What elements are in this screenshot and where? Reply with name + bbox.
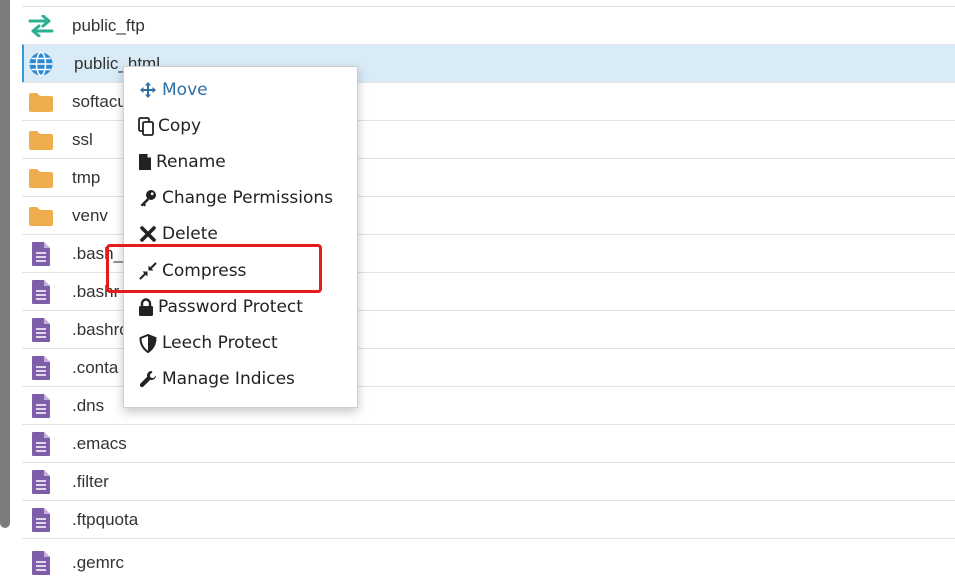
file-row-public-ftp[interactable]: public_ftp [22,6,955,44]
menu-item-label: Delete [162,224,218,244]
menu-item-rename[interactable]: Rename [138,147,226,177]
file-row-gemrc[interactable]: .gemrc [22,538,955,576]
file-name: .ftpquota [72,509,139,529]
wrench-icon [138,369,158,389]
file-name: .gemrc [72,553,124,572]
menu-item-label: Move [162,80,208,100]
menu-item-change-permissions[interactable]: Change Permissions [138,183,333,213]
shield-icon [138,333,158,353]
file-row-filter[interactable]: .filter [22,462,955,500]
menu-item-manage-indices[interactable]: Manage Indices [138,364,295,394]
menu-item-label: Manage Indices [162,369,295,389]
menu-item-label: Change Permissions [162,188,334,208]
file-name: public_ftp [72,15,145,35]
file-icon [28,507,54,533]
file-icon [28,279,54,305]
copy-icon [138,116,154,136]
transfer-arrows-icon [28,13,54,39]
file-icon [28,241,54,267]
x-delete-icon [138,224,158,244]
file-name: softacu [72,91,127,111]
file-name: .dns [72,395,105,415]
vertical-scrollbar[interactable] [0,0,10,528]
lock-icon [138,297,154,317]
menu-item-label: Leech Protect [162,333,278,353]
file-icon [28,431,54,457]
menu-item-label: Copy [158,116,202,136]
menu-item-copy[interactable]: Copy [138,111,201,141]
file-name: .filter [72,471,109,491]
menu-item-leech-protect[interactable]: Leech Protect [138,328,278,358]
menu-item-label: Rename [156,152,226,172]
file-rename-icon [138,152,152,172]
file-name: .conta [72,357,119,377]
globe-icon [28,51,54,77]
key-icon [138,188,158,208]
menu-item-password-protect[interactable]: Password Protect [138,292,303,322]
file-name: .emacs [72,433,127,453]
folder-icon [28,203,54,229]
folder-icon [28,127,54,153]
file-row-emacs[interactable]: .emacs [22,424,955,462]
file-icon [28,550,54,576]
file-icon [28,469,54,495]
file-row-ftpquota[interactable]: .ftpquota [22,500,955,538]
context-menu: Move Copy Rename Change Permissions Dele… [123,66,358,408]
compress-highlight-box [106,244,322,293]
file-icon [28,355,54,381]
folder-icon [28,89,54,115]
menu-item-label: Password Protect [158,297,303,317]
file-name: ssl [72,129,93,149]
file-name: .bashrc [72,319,128,339]
menu-item-move[interactable]: Move [138,75,208,105]
file-icon [28,393,54,419]
file-name: tmp [72,167,101,187]
file-icon [28,317,54,343]
file-name: venv [72,205,108,225]
folder-icon [28,165,54,191]
move-arrows-icon [138,80,158,100]
